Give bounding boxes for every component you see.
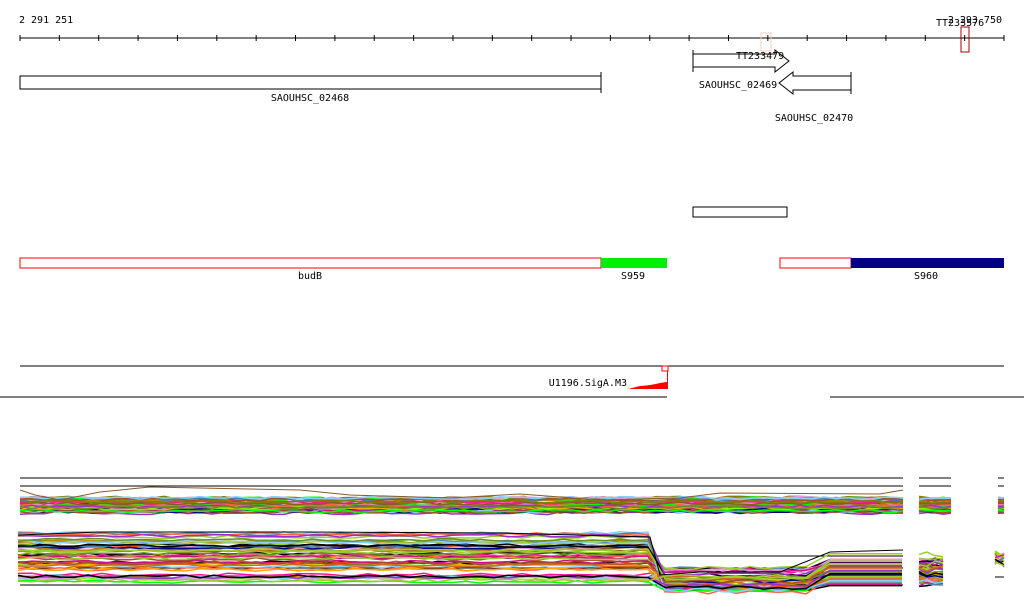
operon-budb[interactable]: budB <box>19 257 602 282</box>
terminator-tt233479[interactable]: TT233479 <box>736 32 784 62</box>
gene-saouhsc-02469[interactable]: SAOUHSC_02469 <box>699 70 852 96</box>
terminator-tt233576[interactable]: TT233576 <box>936 18 984 53</box>
expression-line <box>997 500 1005 503</box>
gene-saouhsc-02468[interactable]: SAOUHSC_02468 <box>19 72 602 104</box>
expression-line <box>918 557 944 560</box>
genome-browser-canvas: 2 291 251 2 293 750 TT233479 TT233576 SA… <box>0 15 1024 595</box>
expression-profiles <box>17 477 1005 595</box>
ruler-start-label: 2 291 251 <box>19 15 73 26</box>
feature-box[interactable] <box>692 206 788 218</box>
operon-s960[interactable]: S960 <box>779 257 1004 282</box>
operon-label: S960 <box>914 271 938 282</box>
terminator-label: TT233576 <box>936 18 984 29</box>
operon-label: S959 <box>621 271 645 282</box>
motif-track: U1196.SigA.M3 <box>0 365 1024 398</box>
motif-label: U1196.SigA.M3 <box>549 378 627 389</box>
gene-label: SAOUHSC_02470 <box>775 113 853 124</box>
terminator-label: TT233479 <box>736 51 784 62</box>
operon-label: budB <box>298 271 322 282</box>
operon-s959[interactable]: S959 <box>601 258 667 282</box>
expression-line <box>918 551 944 558</box>
terminator-marker[interactable] <box>760 32 772 52</box>
coordinate-ruler: 2 291 251 2 293 750 <box>19 15 1005 41</box>
gene-label: SAOUHSC_02469 <box>699 80 777 91</box>
gene-label: SAOUHSC_02468 <box>271 93 349 104</box>
expression-line <box>997 509 1005 512</box>
motif-marker[interactable] <box>661 365 669 372</box>
